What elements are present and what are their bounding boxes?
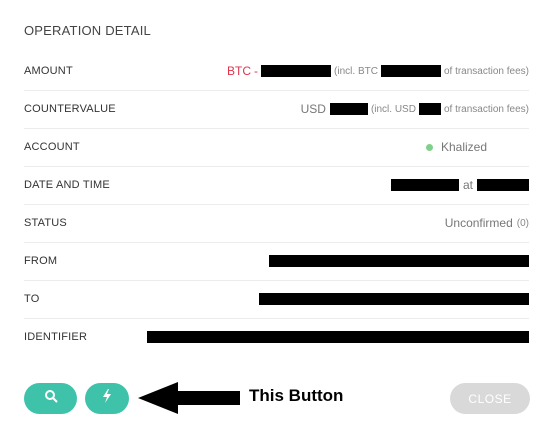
operation-detail-title: OPERATION DETAIL <box>24 23 151 38</box>
from-label: FROM <box>24 255 58 267</box>
annotation-label: This Button <box>249 386 344 405</box>
date-row: DATE AND TIME at <box>24 166 529 205</box>
lightning-button[interactable] <box>85 383 129 414</box>
search-button[interactable] <box>24 383 77 414</box>
amount-fee-suffix: of transaction fees) <box>443 65 529 77</box>
redacted-countervalue <box>329 103 368 115</box>
account-status-dot <box>425 143 433 151</box>
identifier-value <box>144 331 529 343</box>
amount-row: AMOUNT BTC - (incl. BTC of transaction f… <box>24 52 529 91</box>
status-row: STATUS Unconfirmed (0) <box>24 204 529 243</box>
close-button[interactable]: CLOSE <box>450 383 530 414</box>
date-value: at <box>184 178 529 192</box>
account-name[interactable]: Khalized <box>441 140 487 154</box>
redacted-to-address <box>259 293 529 305</box>
identifier-label: IDENTIFIER <box>24 331 88 343</box>
redacted-amount <box>261 65 332 77</box>
countervalue-fee-suffix: of transaction fees) <box>443 103 529 115</box>
redacted-identifier <box>147 331 529 343</box>
countervalue-row: COUNTERVALUE USD (incl. USD of transacti… <box>24 90 529 129</box>
to-value <box>184 293 529 305</box>
amount-currency: BTC <box>227 64 252 78</box>
amount-incl-text: (incl. BTC <box>334 65 378 77</box>
countervalue-currency: USD <box>300 102 326 116</box>
search-icon <box>44 389 58 408</box>
redacted-date <box>390 179 459 191</box>
date-at-text: at <box>462 178 473 192</box>
status-text: Unconfirmed <box>444 216 513 230</box>
to-label: TO <box>24 293 40 305</box>
identifier-row: IDENTIFIER <box>24 318 529 356</box>
redacted-fee <box>380 65 441 77</box>
status-label: STATUS <box>24 217 67 229</box>
date-label: DATE AND TIME <box>24 179 110 191</box>
redacted-countervalue-fee <box>418 103 441 115</box>
countervalue-incl-text: (incl. USD <box>370 103 416 115</box>
annotation-arrow-icon <box>138 382 240 414</box>
to-row: TO <box>24 280 529 319</box>
countervalue-label: COUNTERVALUE <box>24 103 116 115</box>
redacted-from-address <box>269 255 529 267</box>
redacted-time <box>477 179 529 191</box>
lightning-icon <box>102 389 112 408</box>
amount-dash: - <box>254 64 259 78</box>
from-value <box>184 255 529 267</box>
account-value: Khalized <box>184 140 529 154</box>
countervalue-value: USD (incl. USD of transaction fees) <box>184 102 529 116</box>
account-row: ACCOUNT Khalized <box>24 128 529 167</box>
status-value: Unconfirmed (0) <box>184 216 529 230</box>
status-confirmations: (0) <box>516 217 529 229</box>
from-row: FROM <box>24 242 529 281</box>
account-label: ACCOUNT <box>24 141 80 153</box>
amount-label: AMOUNT <box>24 65 73 77</box>
amount-value: BTC - (incl. BTC of transaction fees) <box>184 64 529 78</box>
